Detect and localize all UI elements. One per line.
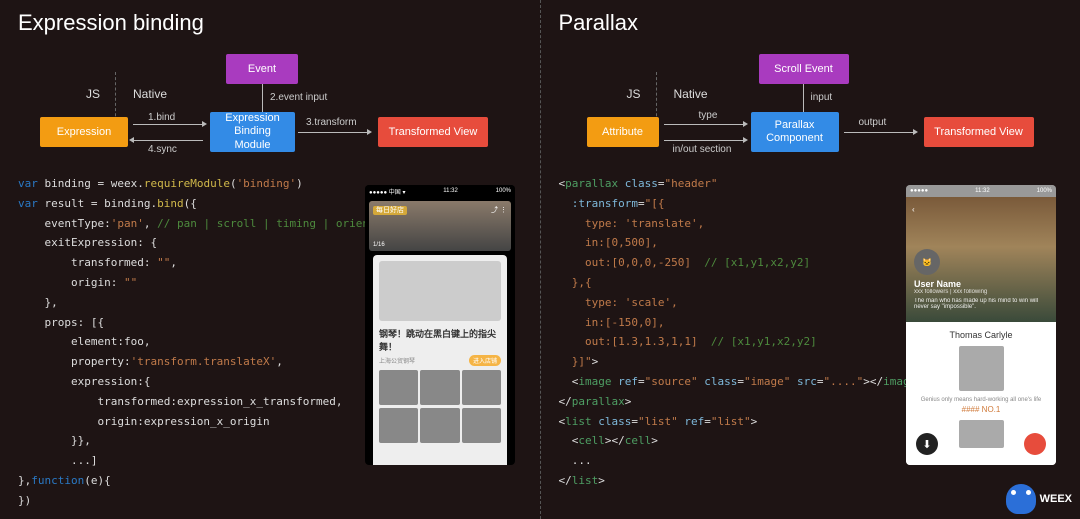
scroll-event-node: Scroll Event — [759, 54, 849, 84]
native-label: Native — [123, 79, 177, 109]
module-node: Expression Binding Module — [210, 112, 295, 152]
list-name: Thomas Carlyle — [914, 330, 1048, 340]
view-node: Transformed View — [378, 117, 488, 147]
banner-badge: 每日好店 — [373, 206, 407, 215]
left-title: Expression binding — [18, 10, 522, 36]
banner-sub: 1/16 — [373, 242, 385, 248]
attribute-node: Attribute — [587, 117, 659, 147]
card-title: 钢琴！跳动在黑白键上的指尖舞！ — [379, 327, 501, 353]
expression-node: Expression — [40, 117, 128, 147]
hero-image — [379, 261, 501, 321]
section-label: in/out section — [673, 144, 732, 155]
arrow-output — [844, 132, 914, 133]
view-node-r: Transformed View — [924, 117, 1034, 147]
user-quote: The man who has made up his mind to win … — [914, 298, 1048, 310]
cat-image-2 — [959, 420, 1004, 448]
card-sub: 上海公贸钢琴 — [379, 356, 415, 365]
arrow-type — [664, 124, 744, 125]
back-icon[interactable]: ‹ — [912, 205, 915, 214]
logo-text: WEEX — [1040, 493, 1072, 505]
js-label: JS — [617, 79, 651, 109]
left-diagram: JS Native Event 2.event input Expression… — [18, 54, 522, 164]
status-bar-r: ●●●●● 11:32 100% — [906, 185, 1056, 197]
native-label: Native — [664, 79, 718, 109]
download-icon[interactable]: ⬇ — [916, 433, 938, 455]
list-sub: Genius only means hard-working all one's… — [914, 397, 1048, 403]
weex-logo: WEEX — [1006, 484, 1072, 514]
product-grid — [379, 370, 501, 405]
right-diagram: JS Native Scroll Event input Attribute t… — [559, 54, 1063, 164]
phone-left: ●●●●● 中国 ▾ 11:32 100% 每日好店 1/16 ⤴ ⋮ 钢琴！跳… — [365, 185, 515, 465]
arrow-event — [262, 84, 263, 114]
banner: 每日好店 1/16 ⤴ ⋮ — [369, 201, 511, 251]
bind-label: 1.bind — [148, 112, 175, 123]
event-input-label: 2.event input — [270, 92, 327, 103]
user-sub: xxx followers | xxx following — [914, 289, 1048, 295]
share-icon[interactable]: ⤴ ⋮ — [491, 205, 507, 215]
profile-banner: ‹ 🐱 User Name xxx followers | xxx follow… — [906, 197, 1056, 322]
product-grid-2 — [379, 408, 501, 443]
arrow-sync — [133, 140, 203, 141]
right-title: Parallax — [559, 10, 1063, 36]
arrow-bind — [133, 124, 203, 125]
input-label: input — [811, 92, 833, 103]
sync-label: 4.sync — [148, 144, 177, 155]
event-node: Event — [226, 54, 298, 84]
enter-store-button[interactable]: 进入店铺 — [469, 355, 501, 366]
parallax-component-node: Parallax Component — [751, 112, 839, 152]
status-bar: ●●●●● 中国 ▾ 11:32 100% — [365, 185, 515, 197]
phone-right: ●●●●● 11:32 100% ‹ 🐱 User Name xxx follo… — [906, 185, 1056, 465]
type-label: type — [699, 110, 718, 121]
arrow-transform — [298, 132, 368, 133]
user-name: User Name — [914, 279, 1048, 289]
carrier: ●●●●● 中国 ▾ — [369, 187, 405, 196]
transform-label: 3.transform — [306, 117, 357, 128]
js-label: JS — [76, 79, 110, 109]
avatar: 🐱 — [914, 249, 940, 275]
time: 11:32 — [443, 188, 458, 194]
list-tag: #### NO.1 — [914, 405, 1048, 414]
battery: 100% — [496, 188, 511, 194]
cat-image — [959, 346, 1004, 391]
card: 钢琴！跳动在黑白键上的指尖舞！ 上海公贸钢琴 进入店铺 — [373, 255, 507, 465]
arrow-input — [803, 84, 804, 114]
bird-icon — [1006, 484, 1036, 514]
output-label: output — [859, 117, 887, 128]
record-button[interactable] — [1024, 433, 1046, 455]
arrow-section — [664, 140, 744, 141]
